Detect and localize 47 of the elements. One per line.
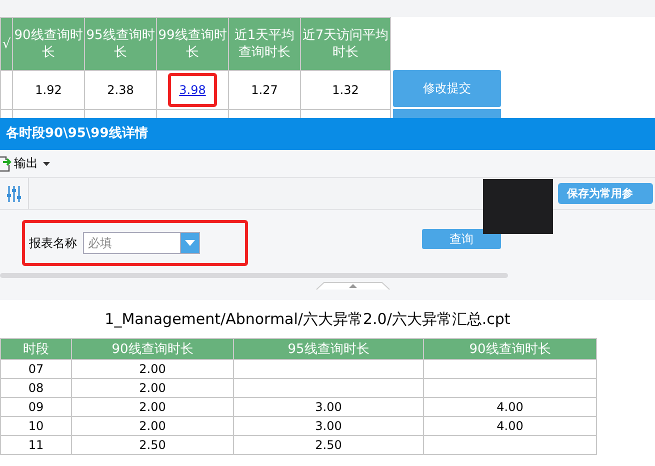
table-cell: 4.00 bbox=[424, 398, 596, 416]
report-name-field[interactable]: 必填 bbox=[83, 232, 180, 254]
scrollbar[interactable] bbox=[0, 272, 508, 278]
table-cell: 2.50 bbox=[72, 436, 234, 454]
cell-value: 2.38 bbox=[107, 83, 134, 97]
table-header: 90线查询时长 bbox=[12, 18, 84, 70]
sliders-icon[interactable] bbox=[6, 184, 22, 202]
submit-button[interactable]: 修改提交 bbox=[393, 70, 501, 107]
action-button[interactable] bbox=[393, 108, 501, 118]
table-header: 时段 bbox=[0, 338, 72, 360]
table-cell: 2.00 bbox=[72, 360, 234, 378]
table-cell: 2.00 bbox=[72, 398, 234, 416]
table-cell: 2.00 bbox=[72, 416, 234, 436]
report-name-label: 报表名称 bbox=[29, 234, 77, 252]
query-button[interactable]: 查询 bbox=[422, 229, 501, 249]
caret-icon bbox=[43, 162, 50, 166]
table-header: √ bbox=[0, 18, 12, 70]
table-cell: 3.00 bbox=[234, 416, 424, 436]
table-header: 95线查询时长 bbox=[234, 338, 424, 360]
table-cell: 2.50 bbox=[234, 436, 424, 454]
export-icon bbox=[0, 156, 12, 172]
table-cell: 09 bbox=[0, 398, 72, 416]
table-cell: 11 bbox=[0, 436, 72, 454]
table-header: 95线查询时长 bbox=[84, 18, 156, 70]
report-path: 1_Management/Abnormal/六大异常2.0/六大异常汇总.cpt bbox=[104, 310, 512, 329]
dialog-title: 各时段90\95\99线详情 bbox=[0, 118, 655, 150]
save-params-button[interactable]: 保存为常用参 bbox=[558, 183, 653, 204]
table-header: 90线查询时长 bbox=[72, 338, 234, 360]
table-cell: 4.00 bbox=[424, 416, 596, 436]
table-cell: 3.00 bbox=[234, 398, 424, 416]
table-cell: 2.00 bbox=[72, 378, 234, 398]
code-screenshot-thumbnail bbox=[483, 179, 553, 234]
table-header: 近1天平均查询时长 bbox=[228, 18, 300, 70]
cell-value: 1.92 bbox=[35, 83, 62, 97]
value-link[interactable]: 3.98 bbox=[179, 83, 206, 97]
cell-value: 1.32 bbox=[332, 83, 359, 97]
table-header: 90线查询时长 bbox=[424, 338, 596, 360]
table-cell: 08 bbox=[0, 378, 72, 398]
table-cell: 10 bbox=[0, 416, 72, 436]
table-cell: 07 bbox=[0, 360, 72, 378]
dropdown-button[interactable] bbox=[180, 232, 200, 254]
caret-icon bbox=[185, 240, 195, 246]
cell-value: 1.27 bbox=[251, 83, 278, 97]
export-menu[interactable]: 输出 bbox=[0, 155, 50, 172]
table-header: 99线查询时长 bbox=[156, 18, 228, 70]
table-header: 近7天访问平均时长 bbox=[300, 18, 390, 70]
collapse-handle-icon[interactable] bbox=[316, 282, 390, 290]
